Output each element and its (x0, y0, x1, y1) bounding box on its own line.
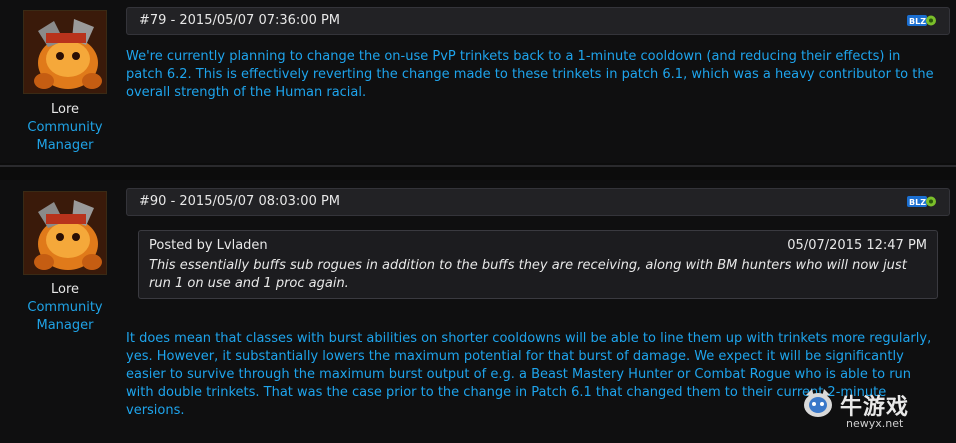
post-79: Lore Community Manager #79 - 2015/05/07 … (0, 0, 956, 163)
watermark-logo-icon (804, 389, 832, 417)
author-role-line2: Manager (36, 318, 94, 333)
blizzard-icon[interactable]: BLZ (907, 13, 937, 28)
avatar-image (24, 192, 106, 274)
author-name[interactable]: Lore (10, 101, 120, 119)
svg-text:BLZ: BLZ (909, 198, 926, 207)
post-header: #90 - 2015/05/07 08:03:00 PM BLZ (126, 188, 950, 216)
post-number-date[interactable]: #90 - 2015/05/07 08:03:00 PM (139, 194, 340, 209)
author-name[interactable]: Lore (10, 281, 120, 299)
watermark: 牛游戏 newyx.net (800, 385, 950, 437)
author-avatar[interactable] (23, 10, 107, 94)
svg-text:BLZ: BLZ (909, 17, 926, 26)
post-body: We're currently planning to change the o… (126, 49, 934, 100)
author-info: Lore Community Manager (10, 101, 120, 155)
quote-text: This essentially buffs sub rogues in add… (149, 258, 907, 291)
author-role-line1: Community (27, 300, 103, 315)
blizzard-icon[interactable]: BLZ (907, 194, 937, 209)
quote-date: 05/07/2015 12:47 PM (787, 238, 927, 253)
quote-block: Posted by Lvladen 05/07/2015 12:47 PM Th… (138, 230, 938, 299)
author-role-line1: Community (27, 120, 103, 135)
post-header: #79 - 2015/05/07 07:36:00 PM BLZ (126, 7, 950, 35)
watermark-url: newyx.net (846, 417, 904, 430)
post-divider (0, 165, 956, 167)
author-info: Lore Community Manager (10, 281, 120, 335)
author-avatar[interactable] (23, 191, 107, 275)
quote-header: Posted by Lvladen 05/07/2015 12:47 PM (149, 237, 927, 255)
author-role-line2: Manager (36, 138, 94, 153)
quote-poster: Posted by Lvladen (149, 238, 268, 253)
post-number-date[interactable]: #79 - 2015/05/07 07:36:00 PM (139, 13, 340, 28)
avatar-image (24, 11, 106, 93)
